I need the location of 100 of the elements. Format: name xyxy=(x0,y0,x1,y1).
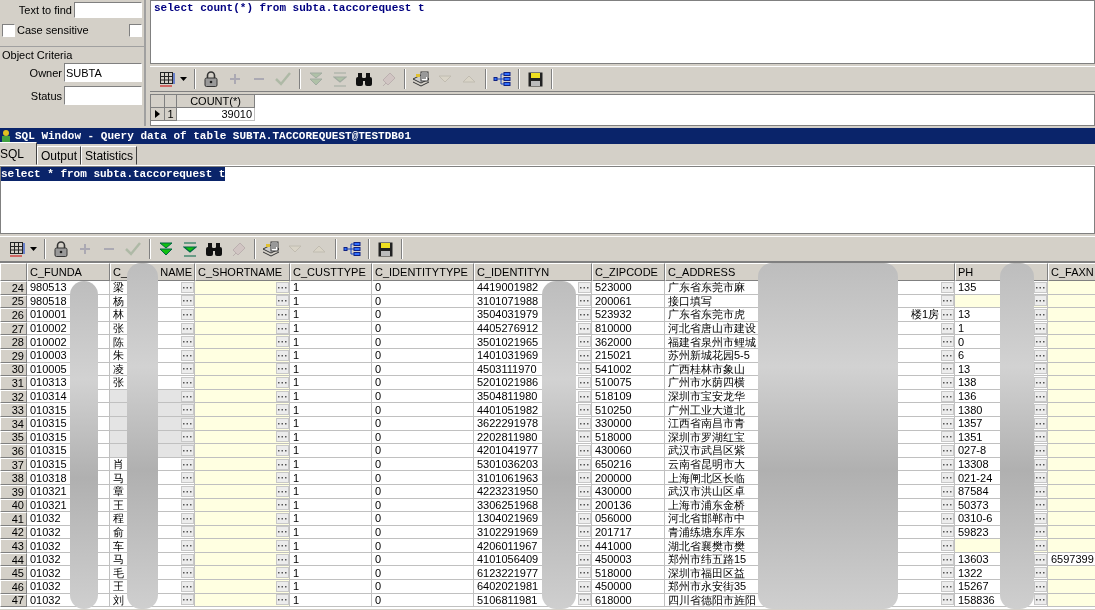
ellipsis-button[interactable] xyxy=(578,390,591,402)
ellipsis-button[interactable] xyxy=(1034,580,1047,592)
ellipsis-button[interactable] xyxy=(181,376,194,388)
ellipsis-button[interactable] xyxy=(578,472,591,484)
ellipsis-button[interactable] xyxy=(181,404,194,416)
ellipsis-button[interactable] xyxy=(941,512,954,524)
ellipsis-button[interactable] xyxy=(1034,417,1047,429)
ellipsis-button[interactable] xyxy=(181,295,194,307)
ellipsis-button[interactable] xyxy=(276,376,289,388)
ellipsis-button[interactable] xyxy=(1034,363,1047,375)
ellipsis-button[interactable] xyxy=(578,309,591,320)
ellipsis-button[interactable] xyxy=(1034,512,1047,524)
ellipsis-button[interactable] xyxy=(276,458,289,470)
checkbox[interactable] xyxy=(2,23,15,37)
ellipsis-button[interactable] xyxy=(941,458,954,470)
criteria-field[interactable] xyxy=(64,86,142,105)
ellipsis-button[interactable] xyxy=(941,567,954,579)
ellipsis-button[interactable] xyxy=(578,512,591,524)
ellipsis-button[interactable] xyxy=(181,580,194,592)
tree-button[interactable] xyxy=(341,239,363,259)
ellipsis-button[interactable] xyxy=(941,404,954,416)
ellipsis-button[interactable] xyxy=(578,417,591,429)
ellipsis-button[interactable] xyxy=(941,417,954,429)
ellipsis-button[interactable] xyxy=(1034,295,1047,307)
ellipsis-button[interactable] xyxy=(181,553,194,565)
ellipsis-button[interactable] xyxy=(181,322,194,334)
ellipsis-button[interactable] xyxy=(941,580,954,592)
ellipsis-button[interactable] xyxy=(578,322,591,334)
ellipsis-button[interactable] xyxy=(941,431,954,443)
ellipsis-button[interactable] xyxy=(578,594,591,606)
ellipsis-button[interactable] xyxy=(1034,540,1047,552)
ellipsis-button[interactable] xyxy=(276,417,289,429)
ellipsis-button[interactable] xyxy=(578,526,591,538)
ellipsis-button[interactable] xyxy=(276,553,289,565)
ellipsis-button[interactable] xyxy=(941,444,954,456)
ellipsis-button[interactable] xyxy=(181,526,194,538)
ellipsis-button[interactable] xyxy=(941,553,954,565)
ellipsis-button[interactable] xyxy=(276,472,289,484)
text-to-find-field[interactable] xyxy=(74,2,142,18)
ellipsis-button[interactable] xyxy=(276,309,289,320)
ellipsis-button[interactable] xyxy=(941,363,954,375)
ellipsis-button[interactable] xyxy=(276,281,289,293)
ellipsis-button[interactable] xyxy=(181,431,194,443)
ellipsis-button[interactable] xyxy=(276,363,289,375)
ellipsis-button[interactable] xyxy=(181,363,194,375)
tab[interactable]: Output xyxy=(37,146,82,165)
ellipsis-button[interactable] xyxy=(276,567,289,579)
ellipsis-button[interactable] xyxy=(578,458,591,470)
ellipsis-button[interactable] xyxy=(941,349,954,361)
ellipsis-button[interactable] xyxy=(181,417,194,429)
ellipsis-button[interactable] xyxy=(578,376,591,388)
ellipsis-button[interactable] xyxy=(578,363,591,375)
ellipsis-button[interactable] xyxy=(578,404,591,416)
ellipsis-button[interactable] xyxy=(181,458,194,470)
ellipsis-button[interactable] xyxy=(181,499,194,511)
grid-view-button[interactable] xyxy=(157,69,189,89)
ellipsis-button[interactable] xyxy=(941,499,954,511)
ellipsis-button[interactable] xyxy=(181,309,194,320)
ellipsis-button[interactable] xyxy=(1034,499,1047,511)
ellipsis-button[interactable] xyxy=(1034,281,1047,293)
tab[interactable]: SQL xyxy=(0,142,37,165)
ellipsis-button[interactable] xyxy=(941,472,954,484)
ellipsis-button[interactable] xyxy=(276,390,289,402)
ellipsis-button[interactable] xyxy=(578,567,591,579)
ellipsis-button[interactable] xyxy=(181,567,194,579)
ellipsis-button[interactable] xyxy=(941,336,954,348)
ellipsis-button[interactable] xyxy=(578,336,591,348)
ellipsis-button[interactable] xyxy=(1034,458,1047,470)
tree-button[interactable] xyxy=(491,69,513,89)
ellipsis-button[interactable] xyxy=(276,404,289,416)
ellipsis-button[interactable] xyxy=(276,444,289,456)
ellipsis-button[interactable] xyxy=(578,540,591,552)
ellipsis-button[interactable] xyxy=(578,281,591,293)
ellipsis-button[interactable] xyxy=(578,349,591,361)
ellipsis-button[interactable] xyxy=(181,540,194,552)
ellipsis-button[interactable] xyxy=(941,594,954,606)
ellipsis-button[interactable] xyxy=(276,594,289,606)
export-button[interactable] xyxy=(410,69,432,89)
ellipsis-button[interactable] xyxy=(941,309,954,320)
export-button[interactable] xyxy=(260,239,282,259)
ellipsis-button[interactable] xyxy=(941,390,954,402)
ellipsis-button[interactable] xyxy=(578,485,591,497)
ellipsis-button[interactable] xyxy=(181,485,194,497)
ellipsis-button[interactable] xyxy=(1034,567,1047,579)
ellipsis-button[interactable] xyxy=(276,540,289,552)
ellipsis-button[interactable] xyxy=(1034,594,1047,606)
ellipsis-button[interactable] xyxy=(1034,472,1047,484)
ellipsis-button[interactable] xyxy=(1034,526,1047,538)
ellipsis-button[interactable] xyxy=(1034,309,1047,320)
ellipsis-button[interactable] xyxy=(941,322,954,334)
ellipsis-button[interactable] xyxy=(1034,322,1047,334)
ellipsis-button[interactable] xyxy=(578,431,591,443)
ellipsis-button[interactable] xyxy=(941,376,954,388)
ellipsis-button[interactable] xyxy=(578,295,591,307)
ellipsis-button[interactable] xyxy=(1034,444,1047,456)
ellipsis-button[interactable] xyxy=(941,295,954,307)
ellipsis-button[interactable] xyxy=(941,281,954,293)
ellipsis-button[interactable] xyxy=(276,526,289,538)
ellipsis-button[interactable] xyxy=(181,512,194,524)
ellipsis-button[interactable] xyxy=(181,281,194,293)
